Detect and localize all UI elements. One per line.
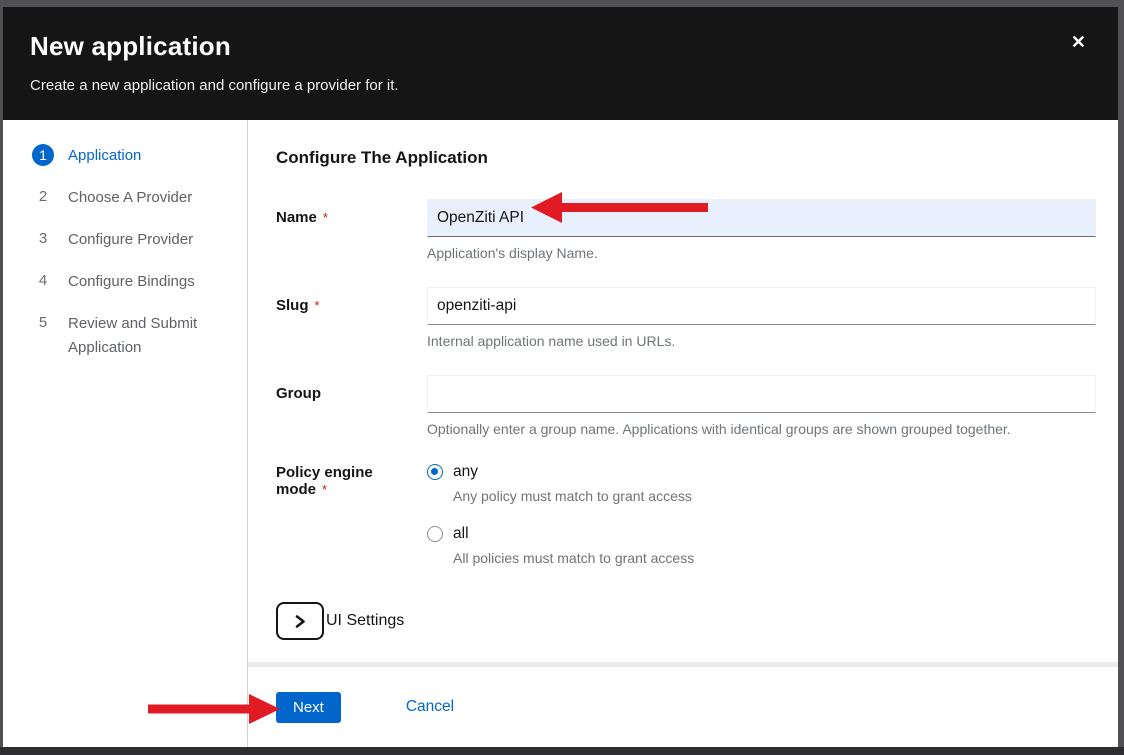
- step-label: Choose A Provider: [68, 186, 192, 210]
- wizard-footer: Next Cancel: [248, 667, 1118, 747]
- wizard-main-panel: Configure The Application Name * Applicat…: [248, 120, 1118, 662]
- cancel-link[interactable]: Cancel: [406, 698, 454, 716]
- name-label: Name *: [276, 199, 427, 261]
- name-helper-text: Application's display Name.: [427, 245, 1096, 261]
- step-number: 1: [32, 144, 54, 166]
- name-label-text: Name: [276, 209, 317, 226]
- modal-body: 1 Application 2 Choose A Provider 3 Conf…: [3, 120, 1118, 747]
- policy-engine-mode-row: Policy engine mode* any Any policy must …: [276, 463, 1096, 566]
- required-asterisk: *: [322, 482, 327, 497]
- step-review-submit[interactable]: 5 Review and Submit Application: [32, 312, 237, 360]
- step-label: Review and Submit Application: [68, 312, 237, 360]
- step-number: 5: [32, 312, 54, 334]
- step-number: 3: [32, 228, 54, 250]
- close-button[interactable]: ✕: [1071, 33, 1086, 51]
- close-icon: ✕: [1071, 32, 1086, 52]
- name-field-row: Name * Application's display Name.: [276, 199, 1096, 261]
- chevron-right-icon: [294, 614, 306, 629]
- radio-any-label[interactable]: any: [453, 463, 478, 481]
- group-label-text: Group: [276, 385, 321, 402]
- policy-any-helper-text: Any policy must match to grant access: [453, 488, 1096, 504]
- ui-settings-expand-row: UI Settings: [276, 602, 1096, 640]
- policy-all-helper-text: All policies must match to grant access: [453, 550, 1096, 566]
- required-asterisk: *: [323, 210, 328, 225]
- modal-title: New application: [30, 31, 1094, 62]
- step-application[interactable]: 1 Application: [32, 144, 237, 168]
- ui-settings-expand-button[interactable]: [276, 602, 324, 640]
- step-choose-provider[interactable]: 2 Choose A Provider: [32, 186, 237, 210]
- policy-option-any[interactable]: any: [427, 463, 1096, 481]
- radio-all-label[interactable]: all: [453, 525, 469, 543]
- radio-all[interactable]: [427, 526, 443, 542]
- modal-subtitle: Create a new application and configure a…: [30, 77, 1094, 94]
- slug-helper-text: Internal application name used in URLs.: [427, 333, 1096, 349]
- page-backdrop: New application Create a new application…: [0, 0, 1124, 755]
- name-input[interactable]: [427, 199, 1096, 237]
- step-configure-provider[interactable]: 3 Configure Provider: [32, 228, 237, 252]
- policy-option-all[interactable]: all: [427, 525, 1096, 543]
- slug-input[interactable]: [427, 287, 1096, 325]
- ui-settings-label[interactable]: UI Settings: [326, 612, 404, 630]
- slug-label-text: Slug: [276, 297, 309, 314]
- slug-label: Slug *: [276, 287, 427, 349]
- required-asterisk: *: [315, 298, 320, 313]
- radio-any[interactable]: [427, 464, 443, 480]
- step-label: Configure Provider: [68, 228, 193, 252]
- step-number: 4: [32, 270, 54, 292]
- policy-engine-mode-control: any Any policy must match to grant acces…: [427, 463, 1096, 566]
- step-label: Configure Bindings: [68, 270, 195, 294]
- name-control: Application's display Name.: [427, 199, 1096, 261]
- wizard-content-column: Configure The Application Name * Applicat…: [248, 120, 1118, 747]
- next-button[interactable]: Next: [276, 692, 341, 723]
- slug-field-row: Slug * Internal application name used in …: [276, 287, 1096, 349]
- group-input[interactable]: [427, 375, 1096, 413]
- step-label: Application: [68, 144, 141, 168]
- page-title: Configure The Application: [276, 148, 1096, 168]
- step-number: 2: [32, 186, 54, 208]
- wizard-step-nav: 1 Application 2 Choose A Provider 3 Conf…: [3, 120, 248, 747]
- group-field-row: Group Optionally enter a group name. App…: [276, 375, 1096, 437]
- step-configure-bindings[interactable]: 4 Configure Bindings: [32, 270, 237, 294]
- new-application-modal: New application Create a new application…: [3, 7, 1118, 747]
- group-control: Optionally enter a group name. Applicati…: [427, 375, 1096, 437]
- policy-engine-mode-label: Policy engine mode*: [276, 463, 427, 566]
- group-helper-text: Optionally enter a group name. Applicati…: [427, 421, 1096, 437]
- group-label: Group: [276, 375, 427, 437]
- modal-header: New application Create a new application…: [3, 7, 1118, 120]
- slug-control: Internal application name used in URLs.: [427, 287, 1096, 349]
